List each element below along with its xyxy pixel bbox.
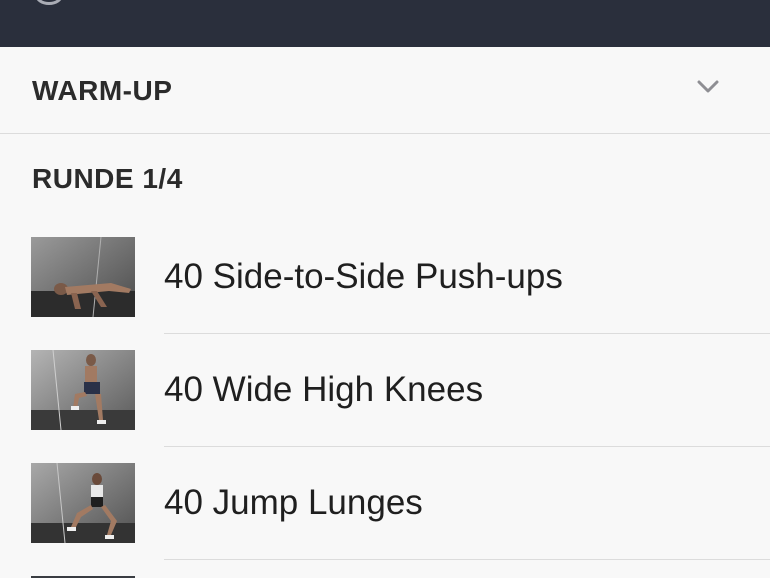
exercise-row[interactable]: 40 Side-to-Side Push-ups <box>0 237 770 350</box>
workout-detail-screen: WARM-UP RUNDE 1/4 40 Side-to-Side Push-u… <box>0 0 770 578</box>
exercise-row[interactable]: 40 Wide High Knees <box>0 350 770 463</box>
back-icon[interactable] <box>35 0 63 5</box>
exercise-row[interactable]: 40 Jump Lunges <box>0 463 770 576</box>
warm-up-section-header[interactable]: WARM-UP <box>0 47 770 134</box>
divider <box>164 446 770 447</box>
exercise-label: 40 Jump Lunges <box>164 483 423 522</box>
exercise-label: 40 Side-to-Side Push-ups <box>164 257 563 296</box>
high-knees-image <box>31 350 135 430</box>
round-title: RUNDE 1/4 <box>32 163 183 194</box>
exercise-label: 40 Wide High Knees <box>164 370 484 409</box>
divider <box>164 333 770 334</box>
section-title: WARM-UP <box>32 75 173 106</box>
top-navigation-bar <box>0 0 770 47</box>
divider <box>164 559 770 560</box>
chevron-down-icon[interactable] <box>697 80 719 94</box>
push-up-image <box>31 237 135 317</box>
jump-lunges-image <box>31 463 135 543</box>
